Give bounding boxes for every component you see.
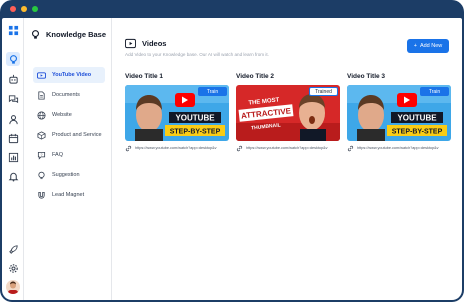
icon-rail (2, 18, 24, 300)
app-content: Knowledge Base YouTube Video Documents W… (2, 18, 462, 300)
sidebar-title: Knowledge Base (46, 29, 107, 39)
video-url[interactable]: https://www.youtube.com/watch?app=deskto… (135, 146, 225, 150)
gear-icon[interactable] (6, 261, 20, 275)
youtube-icon (37, 71, 46, 79)
grid-icon[interactable] (6, 23, 20, 37)
package-icon (37, 130, 46, 140)
page-header: Videos (125, 38, 166, 49)
globe-icon (37, 110, 46, 120)
sidebar-item-website[interactable]: Website (33, 107, 105, 123)
document-icon (38, 90, 45, 100)
page-subtitle: Add Video to your Knowledge base. Our AI… (125, 52, 269, 57)
calendar-icon[interactable] (6, 131, 20, 145)
video-url[interactable]: https://www.youtube.com/watch?app=deskto… (357, 146, 447, 150)
thumbnail-text: YOUTUBE (397, 114, 437, 123)
train-button[interactable]: Train (420, 87, 449, 96)
video-link-row: https://www.youtube.com/watch?app=deskto… (125, 143, 229, 153)
app-window: Knowledge Base YouTube Video Documents W… (0, 0, 464, 302)
window-titlebar (0, 0, 464, 18)
sidebar-item-youtube-video[interactable]: YouTube Video (33, 67, 105, 83)
video-title: Video Title 3 (347, 73, 386, 80)
sidebar-item-faq[interactable]: ? FAQ (33, 147, 105, 163)
lightbulb-icon[interactable] (6, 52, 20, 66)
bell-icon[interactable] (6, 169, 20, 183)
video-title: Video Title 1 (125, 73, 164, 80)
video-url[interactable]: https://www.youtube.com/watch?app=deskto… (246, 146, 336, 150)
video-card: Video Title 3 YOUTUBE STEP-BY-STEP https… (347, 73, 451, 153)
thumbnail-text: STEP-BY-STEP (170, 129, 221, 136)
link-icon (125, 145, 132, 151)
maximize-window-button[interactable] (32, 6, 38, 12)
video-card: Video Title 1 YOUTUBE STEP-BY-STEP https… (125, 73, 229, 153)
knowledge-base-sidebar: Knowledge Base YouTube Video Documents W… (24, 18, 112, 300)
help-icon: ? (37, 151, 46, 160)
bar-chart-icon[interactable] (6, 150, 20, 164)
train-button[interactable]: Train (198, 87, 227, 96)
minimize-window-button[interactable] (21, 6, 27, 12)
svg-text:?: ? (41, 153, 43, 157)
play-video-icon (125, 38, 136, 49)
thumbnail-text: YOUTUBE (175, 114, 215, 123)
link-icon (347, 145, 354, 151)
plus-icon: + (413, 43, 417, 49)
sidebar-item-product-and-service[interactable]: Product and Service (33, 127, 105, 143)
page-title: Videos (142, 39, 167, 48)
sidebar-item-documents[interactable]: Documents (33, 87, 105, 103)
video-card: Video Title 2 THE MOST ATTRACTIVE THUMBN… (236, 73, 340, 153)
sidebar-item-suggestion[interactable]: Suggestion (33, 167, 105, 183)
lightbulb-icon (32, 29, 39, 39)
sidebar-header: Knowledge Base (30, 27, 106, 41)
magnet-icon (38, 191, 45, 199)
link-icon (236, 145, 243, 151)
person-icon[interactable] (6, 112, 20, 126)
video-link-row: https://www.youtube.com/watch?app=deskto… (347, 143, 451, 153)
chat-icon[interactable] (6, 92, 20, 106)
video-title: Video Title 2 (236, 73, 275, 80)
user-avatar[interactable] (6, 280, 20, 294)
thumbnail-text: STEP-BY-STEP (392, 129, 443, 136)
main-content: Videos Add Video to your Knowledge base.… (113, 18, 462, 300)
suggestion-icon (38, 171, 45, 179)
rocket-icon[interactable] (6, 242, 20, 256)
trained-button[interactable]: Trained (309, 87, 338, 96)
bot-icon[interactable] (6, 72, 20, 86)
close-window-button[interactable] (10, 6, 16, 12)
add-new-button[interactable]: + Add New (407, 39, 449, 53)
video-link-row: https://www.youtube.com/watch?app=deskto… (236, 143, 340, 153)
sidebar-item-lead-magnet[interactable]: Lead Magnet (33, 187, 105, 203)
